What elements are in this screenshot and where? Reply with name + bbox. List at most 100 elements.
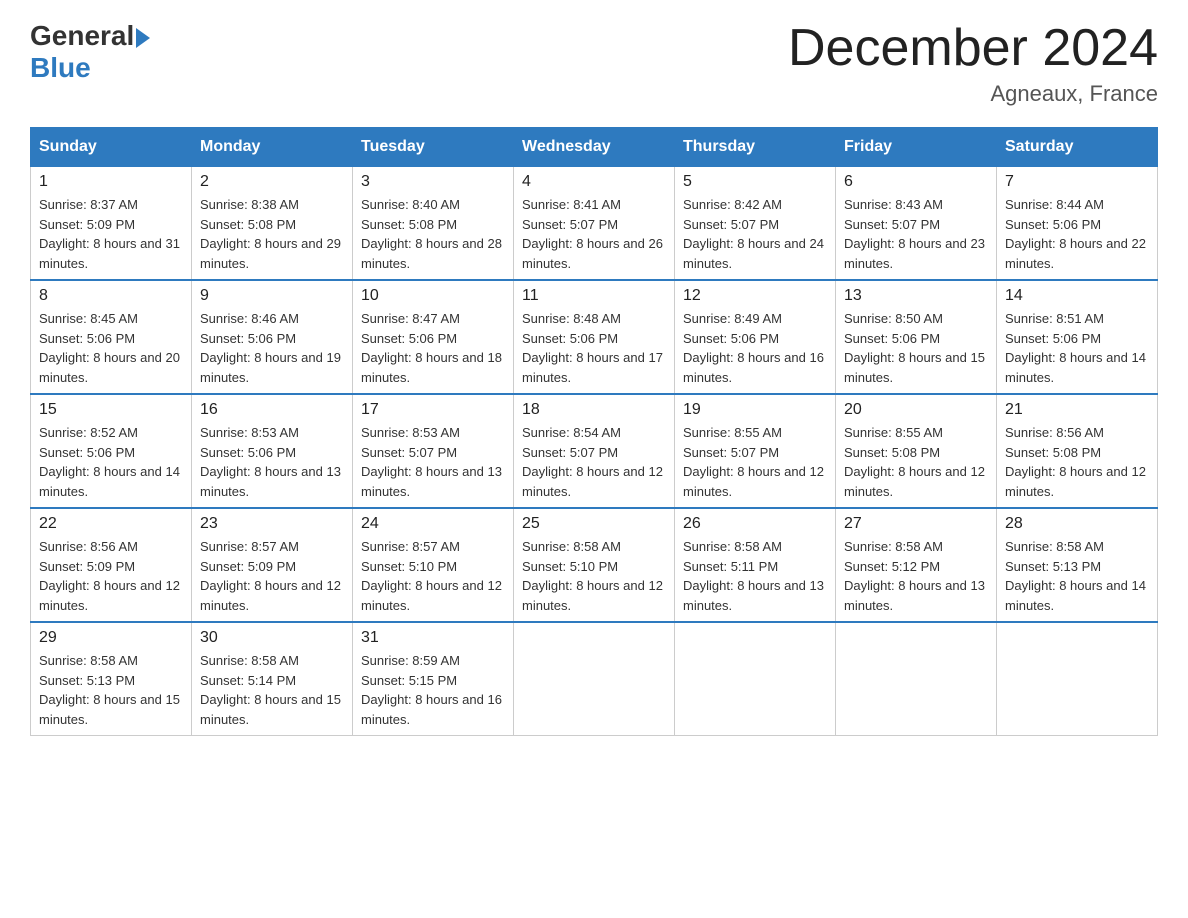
day-number: 15 (39, 401, 183, 419)
calendar-week-2: 8 Sunrise: 8:45 AMSunset: 5:06 PMDayligh… (31, 280, 1158, 394)
day-number: 5 (683, 173, 827, 191)
day-number: 11 (522, 287, 666, 305)
calendar-cell: 11 Sunrise: 8:48 AMSunset: 5:06 PMDaylig… (514, 280, 675, 394)
calendar-cell: 18 Sunrise: 8:54 AMSunset: 5:07 PMDaylig… (514, 394, 675, 508)
calendar-cell: 2 Sunrise: 8:38 AMSunset: 5:08 PMDayligh… (192, 167, 353, 281)
day-info: Sunrise: 8:41 AMSunset: 5:07 PMDaylight:… (522, 195, 666, 273)
calendar-cell: 25 Sunrise: 8:58 AMSunset: 5:10 PMDaylig… (514, 508, 675, 622)
day-info: Sunrise: 8:53 AMSunset: 5:06 PMDaylight:… (200, 423, 344, 501)
page-header: General Blue December 2024 Agneaux, Fran… (30, 20, 1158, 107)
day-number: 22 (39, 515, 183, 533)
calendar-cell (997, 622, 1158, 736)
day-info: Sunrise: 8:43 AMSunset: 5:07 PMDaylight:… (844, 195, 988, 273)
calendar-cell: 19 Sunrise: 8:55 AMSunset: 5:07 PMDaylig… (675, 394, 836, 508)
calendar-cell (514, 622, 675, 736)
weekday-header-sunday: Sunday (31, 128, 192, 167)
day-number: 24 (361, 515, 505, 533)
day-info: Sunrise: 8:49 AMSunset: 5:06 PMDaylight:… (683, 309, 827, 387)
calendar-cell (836, 622, 997, 736)
day-number: 26 (683, 515, 827, 533)
calendar-cell: 7 Sunrise: 8:44 AMSunset: 5:06 PMDayligh… (997, 167, 1158, 281)
calendar-week-3: 15 Sunrise: 8:52 AMSunset: 5:06 PMDaylig… (31, 394, 1158, 508)
calendar-cell: 5 Sunrise: 8:42 AMSunset: 5:07 PMDayligh… (675, 167, 836, 281)
day-number: 12 (683, 287, 827, 305)
day-number: 3 (361, 173, 505, 191)
calendar-cell: 14 Sunrise: 8:51 AMSunset: 5:06 PMDaylig… (997, 280, 1158, 394)
logo-arrow-icon (136, 28, 150, 48)
day-number: 31 (361, 629, 505, 647)
day-info: Sunrise: 8:56 AMSunset: 5:08 PMDaylight:… (1005, 423, 1149, 501)
calendar-cell: 27 Sunrise: 8:58 AMSunset: 5:12 PMDaylig… (836, 508, 997, 622)
calendar-cell: 28 Sunrise: 8:58 AMSunset: 5:13 PMDaylig… (997, 508, 1158, 622)
calendar-cell: 24 Sunrise: 8:57 AMSunset: 5:10 PMDaylig… (353, 508, 514, 622)
calendar-cell: 12 Sunrise: 8:49 AMSunset: 5:06 PMDaylig… (675, 280, 836, 394)
calendar-cell: 29 Sunrise: 8:58 AMSunset: 5:13 PMDaylig… (31, 622, 192, 736)
month-title: December 2024 (788, 20, 1158, 77)
day-info: Sunrise: 8:45 AMSunset: 5:06 PMDaylight:… (39, 309, 183, 387)
day-info: Sunrise: 8:58 AMSunset: 5:11 PMDaylight:… (683, 537, 827, 615)
calendar-cell: 30 Sunrise: 8:58 AMSunset: 5:14 PMDaylig… (192, 622, 353, 736)
calendar-cell: 3 Sunrise: 8:40 AMSunset: 5:08 PMDayligh… (353, 167, 514, 281)
weekday-header-friday: Friday (836, 128, 997, 167)
calendar-cell: 22 Sunrise: 8:56 AMSunset: 5:09 PMDaylig… (31, 508, 192, 622)
day-number: 27 (844, 515, 988, 533)
day-number: 25 (522, 515, 666, 533)
logo-general-text: General (30, 20, 134, 52)
day-info: Sunrise: 8:58 AMSunset: 5:13 PMDaylight:… (39, 651, 183, 729)
calendar-cell: 20 Sunrise: 8:55 AMSunset: 5:08 PMDaylig… (836, 394, 997, 508)
calendar-cell (675, 622, 836, 736)
day-number: 18 (522, 401, 666, 419)
weekday-header-wednesday: Wednesday (514, 128, 675, 167)
day-info: Sunrise: 8:50 AMSunset: 5:06 PMDaylight:… (844, 309, 988, 387)
day-number: 9 (200, 287, 344, 305)
calendar-cell: 1 Sunrise: 8:37 AMSunset: 5:09 PMDayligh… (31, 167, 192, 281)
day-info: Sunrise: 8:59 AMSunset: 5:15 PMDaylight:… (361, 651, 505, 729)
day-number: 4 (522, 173, 666, 191)
day-number: 28 (1005, 515, 1149, 533)
calendar-week-1: 1 Sunrise: 8:37 AMSunset: 5:09 PMDayligh… (31, 167, 1158, 281)
calendar-cell: 13 Sunrise: 8:50 AMSunset: 5:06 PMDaylig… (836, 280, 997, 394)
day-info: Sunrise: 8:52 AMSunset: 5:06 PMDaylight:… (39, 423, 183, 501)
day-number: 17 (361, 401, 505, 419)
day-info: Sunrise: 8:51 AMSunset: 5:06 PMDaylight:… (1005, 309, 1149, 387)
day-number: 21 (1005, 401, 1149, 419)
day-info: Sunrise: 8:37 AMSunset: 5:09 PMDaylight:… (39, 195, 183, 273)
day-number: 7 (1005, 173, 1149, 191)
logo: General Blue (30, 20, 150, 84)
day-info: Sunrise: 8:55 AMSunset: 5:08 PMDaylight:… (844, 423, 988, 501)
day-number: 16 (200, 401, 344, 419)
day-info: Sunrise: 8:47 AMSunset: 5:06 PMDaylight:… (361, 309, 505, 387)
weekday-header-tuesday: Tuesday (353, 128, 514, 167)
day-number: 10 (361, 287, 505, 305)
day-info: Sunrise: 8:58 AMSunset: 5:14 PMDaylight:… (200, 651, 344, 729)
day-number: 19 (683, 401, 827, 419)
day-info: Sunrise: 8:58 AMSunset: 5:10 PMDaylight:… (522, 537, 666, 615)
title-section: December 2024 Agneaux, France (788, 20, 1158, 107)
calendar-cell: 9 Sunrise: 8:46 AMSunset: 5:06 PMDayligh… (192, 280, 353, 394)
calendar-cell: 6 Sunrise: 8:43 AMSunset: 5:07 PMDayligh… (836, 167, 997, 281)
day-info: Sunrise: 8:53 AMSunset: 5:07 PMDaylight:… (361, 423, 505, 501)
calendar-week-5: 29 Sunrise: 8:58 AMSunset: 5:13 PMDaylig… (31, 622, 1158, 736)
calendar-table: SundayMondayTuesdayWednesdayThursdayFrid… (30, 127, 1158, 736)
day-number: 8 (39, 287, 183, 305)
weekday-header-row: SundayMondayTuesdayWednesdayThursdayFrid… (31, 128, 1158, 167)
calendar-cell: 15 Sunrise: 8:52 AMSunset: 5:06 PMDaylig… (31, 394, 192, 508)
day-number: 23 (200, 515, 344, 533)
calendar-cell: 31 Sunrise: 8:59 AMSunset: 5:15 PMDaylig… (353, 622, 514, 736)
calendar-cell: 16 Sunrise: 8:53 AMSunset: 5:06 PMDaylig… (192, 394, 353, 508)
calendar-cell: 26 Sunrise: 8:58 AMSunset: 5:11 PMDaylig… (675, 508, 836, 622)
day-number: 29 (39, 629, 183, 647)
location: Agneaux, France (788, 81, 1158, 107)
calendar-cell: 8 Sunrise: 8:45 AMSunset: 5:06 PMDayligh… (31, 280, 192, 394)
calendar-cell: 10 Sunrise: 8:47 AMSunset: 5:06 PMDaylig… (353, 280, 514, 394)
calendar-week-4: 22 Sunrise: 8:56 AMSunset: 5:09 PMDaylig… (31, 508, 1158, 622)
day-number: 14 (1005, 287, 1149, 305)
day-number: 2 (200, 173, 344, 191)
day-info: Sunrise: 8:58 AMSunset: 5:12 PMDaylight:… (844, 537, 988, 615)
day-info: Sunrise: 8:56 AMSunset: 5:09 PMDaylight:… (39, 537, 183, 615)
weekday-header-thursday: Thursday (675, 128, 836, 167)
day-info: Sunrise: 8:38 AMSunset: 5:08 PMDaylight:… (200, 195, 344, 273)
day-info: Sunrise: 8:58 AMSunset: 5:13 PMDaylight:… (1005, 537, 1149, 615)
day-info: Sunrise: 8:42 AMSunset: 5:07 PMDaylight:… (683, 195, 827, 273)
calendar-cell: 23 Sunrise: 8:57 AMSunset: 5:09 PMDaylig… (192, 508, 353, 622)
